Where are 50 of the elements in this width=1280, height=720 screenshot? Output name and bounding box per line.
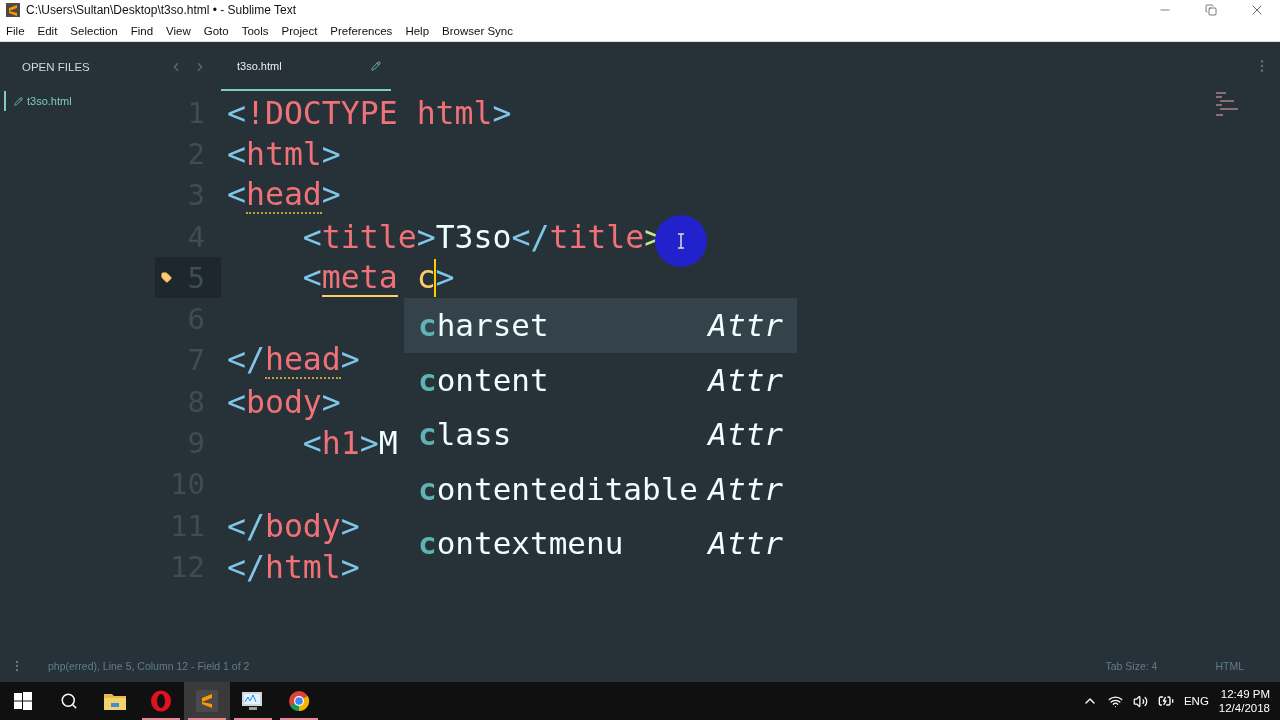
pencil-icon — [14, 96, 23, 106]
clock-time[interactable]: 12:49 PM — [1220, 688, 1270, 700]
autocomplete-item[interactable]: content Attr — [404, 352, 797, 407]
menu-item[interactable]: Selection — [70, 24, 118, 37]
sidebar-file[interactable]: t3so.html — [4, 91, 155, 111]
minimap-drawing — [1216, 92, 1238, 118]
file-tab[interactable]: t3so.html — [221, 42, 391, 91]
code-line: <meta c> — [301, 258, 455, 297]
menu-item[interactable]: Browser Sync — [442, 24, 513, 37]
menu-item[interactable]: Find — [130, 24, 154, 37]
wifi-icon[interactable] — [1107, 693, 1123, 709]
tag-icon — [161, 272, 172, 284]
restore-icon — [1205, 4, 1217, 16]
code-line: <head> — [226, 176, 341, 215]
menu-item[interactable]: Preferences — [330, 24, 393, 37]
windows-icon — [14, 692, 32, 710]
code-line: <html> — [226, 135, 341, 172]
menu-item[interactable]: View — [166, 24, 191, 37]
code-line: <!DOCTYPE html> — [226, 94, 512, 131]
autocomplete-item[interactable]: class Attr — [404, 407, 797, 462]
menu-item[interactable]: Edit — [37, 24, 58, 37]
window-title: C:\Users\Sultan\Desktop\t3so.html • - Sublime Text — [26, 3, 297, 17]
code-line: </body> — [226, 507, 360, 544]
chrome-icon — [288, 690, 310, 712]
autocomplete-item[interactable]: charset Attr — [404, 298, 797, 353]
menu-item[interactable]: Help — [405, 24, 430, 37]
volume-icon[interactable] — [1132, 693, 1148, 709]
monitor-icon — [241, 690, 265, 712]
sublime-icon — [6, 3, 20, 17]
sublime-icon — [196, 690, 218, 712]
code-line: <h1>M — [301, 425, 398, 461]
menu-item[interactable]: Goto — [203, 24, 229, 37]
menu-item[interactable]: File — [6, 24, 25, 37]
sidebar-heading: OPEN FILES — [21, 60, 91, 75]
clock-date[interactable]: 12/4/2018 — [1218, 702, 1270, 714]
menu-item[interactable]: Tools — [241, 24, 269, 37]
code-line: <body> — [226, 383, 341, 420]
menu-item[interactable]: Project — [281, 24, 318, 37]
text-cursor-icon — [677, 233, 685, 249]
code-line: </head> — [226, 341, 360, 380]
language-indicator[interactable]: ENG — [1183, 695, 1209, 707]
battery-icon[interactable] — [1157, 693, 1174, 709]
code-line: </html> — [226, 548, 360, 585]
autocomplete-item[interactable]: contenteditable Attr — [404, 461, 797, 516]
opera-icon — [150, 690, 172, 712]
folder-icon — [104, 692, 126, 710]
status-text: php(erred), Line 5, Column 12 - Field 1 of 2 — [48, 660, 250, 672]
search-icon — [60, 692, 78, 710]
autocomplete-item[interactable]: contextmenu Attr — [404, 516, 797, 571]
pencil-icon — [371, 60, 381, 71]
